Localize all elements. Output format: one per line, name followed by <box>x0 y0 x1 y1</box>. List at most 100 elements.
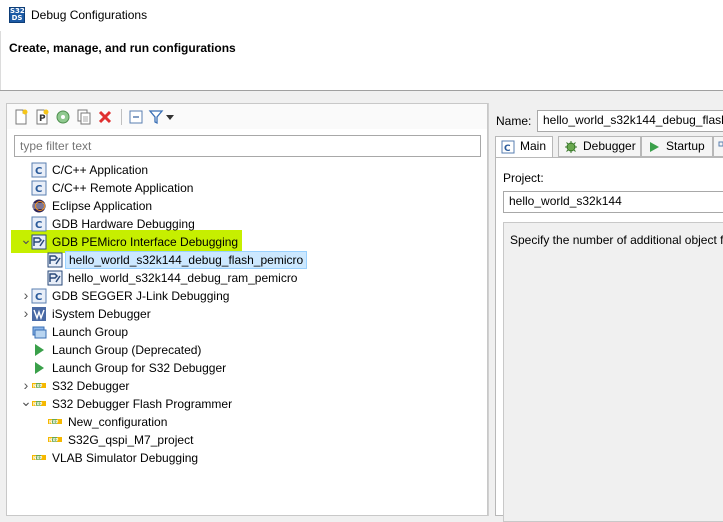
tree-child-item[interactable]: NXP New_configuration <box>7 413 477 431</box>
main-tab-icon: C <box>501 140 515 154</box>
svg-text:NXP: NXP <box>33 402 42 407</box>
configuration-tabs: C Main Debugger Startup <box>495 136 723 158</box>
svg-text:NXP: NXP <box>49 420 58 425</box>
additional-objects-text: Specify the number of additional object … <box>510 233 723 247</box>
filter-icon[interactable] <box>148 109 164 125</box>
tree-item-label: Launch Group <box>52 325 129 339</box>
tree-child-item[interactable]: hello_world_s32k144_debug_ram_pemicro <box>7 269 477 287</box>
startup-tab-icon <box>650 142 659 152</box>
tree-item[interactable]: Launch Group <box>7 323 477 341</box>
window-titlebar: S32 DS Debug Configurations <box>0 0 723 31</box>
c-icon: C <box>31 180 47 196</box>
tab-main-content: Project: hello_world_s32k144 Specify the… <box>495 157 723 522</box>
tree-child-item[interactable]: NXP S32G_qspi_M7_project <box>7 431 477 449</box>
name-field[interactable]: hello_world_s32k144_debug_flash_pemicro <box>537 110 723 132</box>
project-label: Project: <box>503 171 544 185</box>
tab-startup[interactable]: Startup <box>641 136 713 157</box>
tree-item-label: hello_world_s32k144_debug_ram_pemicro <box>68 271 298 285</box>
nxp-icon: NXP <box>48 419 62 425</box>
tree-item-label: C/C++ Remote Application <box>52 181 194 195</box>
header-separator <box>0 90 723 91</box>
c-icon: C <box>31 216 47 232</box>
tree-item-label: Eclipse Application <box>52 199 153 213</box>
launch-group-icon <box>32 326 47 339</box>
name-label: Name: <box>496 114 532 128</box>
duplicate-icon[interactable] <box>76 109 92 125</box>
tree-item[interactable]: C GDB Hardware Debugging <box>7 215 477 233</box>
svg-text:C: C <box>504 144 511 154</box>
source-tab-icon <box>718 141 723 147</box>
project-field[interactable]: hello_world_s32k144 <box>503 191 723 213</box>
nxp-icon: NXP <box>48 437 62 443</box>
svg-text:P: P <box>39 114 46 124</box>
window-title: Debug Configurations <box>31 8 148 22</box>
new-configuration-icon[interactable] <box>13 109 29 125</box>
tree-item-label: GDB PEMicro Interface Debugging <box>52 235 239 249</box>
dialog-header: Create, manage, and run configurations <box>0 31 723 90</box>
c-icon: C <box>31 288 47 304</box>
svg-text:C: C <box>35 292 42 303</box>
svg-text:C: C <box>35 166 42 177</box>
new-prototype-icon[interactable]: P <box>34 109 50 125</box>
nxp-icon: NXP <box>32 401 46 407</box>
pemicro-icon <box>47 252 63 268</box>
tree-item-label: GDB SEGGER J-Link Debugging <box>52 289 230 303</box>
pemicro-icon <box>31 234 47 250</box>
tree-item-label: iSystem Debugger <box>52 307 151 321</box>
configuration-details-pane: Name: hello_world_s32k144_debug_flash_pe… <box>489 103 723 522</box>
tree-item[interactable]: ⌄ GDB PEMicro Interface Debugging <box>7 232 477 251</box>
tree-item-label: S32 Debugger Flash Programmer <box>52 397 233 411</box>
tree-item-label: New_configuration <box>68 415 168 429</box>
tree-item[interactable]: › C GDB SEGGER J-Link Debugging <box>7 287 477 305</box>
tree-item[interactable]: › iSystem Debugger <box>7 305 477 323</box>
pemicro-icon <box>47 270 63 286</box>
dialog-header-title: Create, manage, and run configurations <box>9 41 236 55</box>
configuration-tree-pane: P CC/C <box>6 103 488 516</box>
tree-item-label: Launch Group (Deprecated) <box>52 343 202 357</box>
tree-item[interactable]: Launch Group (Deprecated) <box>7 341 477 359</box>
tree-child-item[interactable]: hello_world_s32k144_debug_flash_pemicro <box>7 251 477 269</box>
tree-item[interactable]: NXP VLAB Simulator Debugging <box>7 449 477 467</box>
filter-input[interactable] <box>14 135 481 157</box>
nxp-icon: NXP <box>32 383 46 389</box>
tree-toolbar: P <box>7 104 487 129</box>
launch-icon <box>35 362 44 374</box>
dropdown-arrow-icon[interactable] <box>165 109 175 125</box>
additional-objects-panel: Specify the number of additional object … <box>503 222 723 522</box>
tree-item-label: S32G_qspi_M7_project <box>68 433 194 447</box>
collapse-all-icon[interactable] <box>128 109 144 125</box>
tree-item-label: C/C++ Application <box>52 163 149 177</box>
tree-item-label: VLAB Simulator Debugging <box>52 451 199 465</box>
tree-item[interactable]: ⌄ NXP S32 Debugger Flash Programmer <box>7 394 477 413</box>
tree-item[interactable]: Launch Group for S32 Debugger <box>7 359 477 377</box>
tab-main-label: Main <box>520 139 547 153</box>
isystem-icon <box>32 307 46 321</box>
debugger-tab-icon <box>565 141 577 153</box>
svg-text:C: C <box>35 184 42 195</box>
eclipse-icon <box>32 199 46 213</box>
tree-item-label: S32 Debugger <box>52 379 130 393</box>
tree-item-label: Launch Group for S32 Debugger <box>52 361 227 375</box>
launch-icon <box>35 344 44 356</box>
tree-item[interactable]: Eclipse Application <box>7 197 477 215</box>
tab-debugger[interactable]: Debugger <box>558 136 641 157</box>
toolbar-separator <box>121 109 122 125</box>
delete-icon[interactable] <box>97 109 113 125</box>
tree-item[interactable]: C C/C++ Remote Application <box>7 179 477 197</box>
tab-main[interactable]: C Main <box>495 136 553 158</box>
svg-text:NXP: NXP <box>33 384 42 389</box>
svg-text:C: C <box>35 220 42 231</box>
tab-debugger-label: Debugger <box>583 139 636 153</box>
tree-item-label: hello_world_s32k144_debug_flash_pemicro <box>65 251 308 269</box>
tree-item-label: GDB Hardware Debugging <box>52 217 195 231</box>
nxp-icon: NXP <box>32 455 46 461</box>
tab-more[interactable] <box>713 136 723 157</box>
svg-text:NXP: NXP <box>33 456 42 461</box>
c-icon: C <box>31 162 47 178</box>
svg-text:NXP: NXP <box>49 438 58 443</box>
tab-startup-label: Startup <box>666 139 705 153</box>
export-icon[interactable] <box>55 109 71 125</box>
tree-item[interactable]: C C/C++ Application <box>7 161 477 179</box>
tree-item[interactable]: › NXP S32 Debugger <box>7 377 477 395</box>
s32ds-app-icon: S32 DS <box>9 7 25 23</box>
